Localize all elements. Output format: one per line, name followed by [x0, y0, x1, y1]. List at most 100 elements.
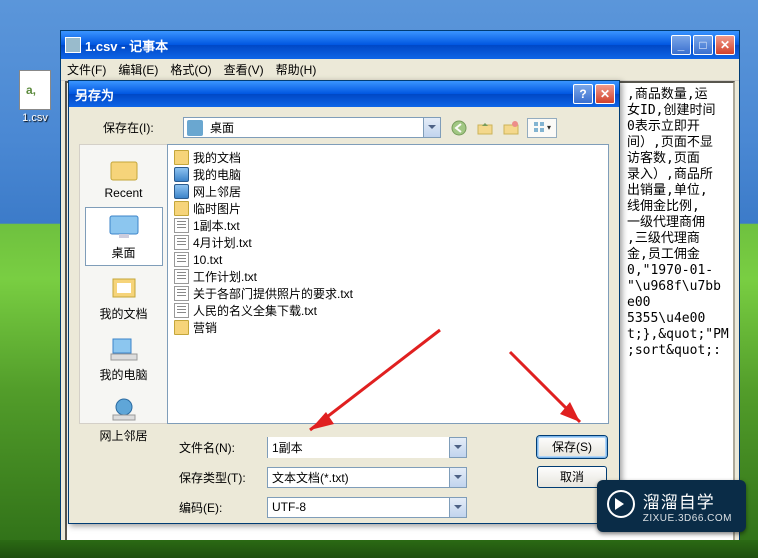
desktop-icon	[187, 120, 203, 136]
save-button[interactable]: 保存(S)	[537, 436, 607, 458]
file-item[interactable]: 工作计划.txt	[174, 268, 602, 285]
place-recent[interactable]: Recent	[85, 149, 163, 205]
sys-icon	[174, 167, 189, 182]
save-in-combo[interactable]: 桌面	[183, 117, 441, 138]
filename-combo[interactable]	[267, 437, 467, 458]
text-line: ;sort&quot;:	[627, 343, 727, 359]
desktop-file-label: 1.csv	[15, 112, 55, 124]
file-item[interactable]: 网上邻居	[174, 183, 602, 200]
menu-help[interactable]: 帮助(H)	[276, 61, 317, 78]
file-name: 4月计划.txt	[193, 234, 252, 251]
save-in-label: 保存在(I):	[103, 119, 175, 136]
text-line: 0表示立即开	[627, 119, 727, 135]
file-item[interactable]: 1副本.txt	[174, 217, 602, 234]
place-mycomputer[interactable]: 我的电脑	[85, 329, 163, 388]
close-button[interactable]: ✕	[715, 35, 735, 55]
txt-icon	[174, 303, 189, 318]
mycomputer-icon	[107, 334, 141, 364]
new-folder-icon[interactable]	[501, 118, 521, 138]
filetype-combo[interactable]: 文本文档(*.txt)	[267, 467, 467, 488]
save-in-value: 桌面	[206, 119, 423, 136]
text-line: 线佣金比例,	[627, 199, 727, 215]
saveas-title: 另存为	[73, 85, 573, 104]
file-item[interactable]: 人民的名义全集下载.txt	[174, 302, 602, 319]
sys-icon	[174, 184, 189, 199]
file-name: 1副本.txt	[193, 217, 240, 234]
file-item[interactable]: 我的文档	[174, 149, 602, 166]
menu-file[interactable]: 文件(F)	[67, 61, 106, 78]
desktop-file-icon[interactable]: 1.csv	[15, 70, 55, 124]
help-button[interactable]: ?	[573, 84, 593, 104]
text-line: 女ID,创建时间	[627, 103, 727, 119]
recent-icon	[107, 154, 141, 184]
txt-icon	[174, 235, 189, 250]
text-line: 录入）,商品所	[627, 167, 727, 183]
menu-view[interactable]: 查看(V)	[224, 61, 264, 78]
file-list[interactable]: 我的文档我的电脑网上邻居临时图片1副本.txt4月计划.txt10.txt工作计…	[167, 144, 609, 424]
place-desktop[interactable]: 桌面	[85, 207, 163, 266]
folder-icon	[174, 320, 189, 335]
file-name: 营销	[193, 319, 217, 336]
desktop: 1.csv 1.csv - 记事本 _ □ ✕ 文件(F) 编辑(E) 格式(O…	[0, 0, 758, 558]
encoding-label: 编码(E):	[179, 499, 257, 516]
saveas-close-button[interactable]: ✕	[595, 84, 615, 104]
file-item[interactable]: 我的电脑	[174, 166, 602, 183]
dropdown-arrow-icon[interactable]	[423, 118, 440, 137]
filetype-value: 文本文档(*.txt)	[268, 469, 449, 486]
text-line: 一级代理商佣	[627, 215, 727, 231]
places-bar: Recent 桌面 我的文档 我的电脑	[79, 144, 167, 424]
filetype-label: 保存类型(T):	[179, 469, 257, 486]
place-label: 我的文档	[86, 305, 162, 322]
file-name: 我的文档	[193, 149, 241, 166]
text-line: "\u968f\u7bb	[627, 279, 727, 295]
file-item[interactable]: 10.txt	[174, 251, 602, 268]
network-icon	[107, 395, 141, 425]
notepad-menubar: 文件(F) 编辑(E) 格式(O) 查看(V) 帮助(H)	[61, 59, 739, 81]
notepad-titlebar[interactable]: 1.csv - 记事本 _ □ ✕	[61, 31, 739, 59]
text-line: 5355\u4e00	[627, 311, 727, 327]
dropdown-arrow-icon[interactable]	[449, 498, 466, 517]
txt-icon	[174, 269, 189, 284]
csv-file-icon	[19, 70, 51, 110]
up-folder-icon[interactable]	[475, 118, 495, 138]
back-icon[interactable]	[449, 118, 469, 138]
file-item[interactable]: 关于各部门提供照片的要求.txt	[174, 285, 602, 302]
notepad-app-icon	[65, 37, 81, 53]
txt-icon	[174, 218, 189, 233]
place-mydocs[interactable]: 我的文档	[85, 268, 163, 327]
view-menu-icon[interactable]: ▾	[527, 118, 557, 138]
filename-input[interactable]	[268, 437, 449, 458]
file-item[interactable]: 营销	[174, 319, 602, 336]
watermark: 溜溜自学 ZIXUE.3D66.COM	[597, 480, 746, 532]
text-line: 间）,页面不显	[627, 135, 727, 151]
place-desktop-icon	[107, 212, 141, 242]
play-icon	[607, 490, 635, 518]
minimize-button[interactable]: _	[671, 35, 691, 55]
file-name: 关于各部门提供照片的要求.txt	[193, 285, 353, 302]
watermark-title: 溜溜自学	[643, 488, 732, 513]
file-name: 人民的名义全集下载.txt	[193, 302, 317, 319]
file-item[interactable]: 临时图片	[174, 200, 602, 217]
saveas-titlebar[interactable]: 另存为 ? ✕	[69, 81, 619, 107]
place-label: 网上邻居	[86, 427, 162, 444]
text-line: e00	[627, 295, 727, 311]
dropdown-arrow-icon[interactable]	[449, 468, 466, 487]
filename-label: 文件名(N):	[179, 439, 257, 456]
place-network[interactable]: 网上邻居	[85, 390, 163, 449]
folder-icon	[174, 201, 189, 216]
file-name: 临时图片	[193, 200, 241, 217]
text-line: ,商品数量,运	[627, 87, 727, 103]
maximize-button[interactable]: □	[693, 35, 713, 55]
menu-format[interactable]: 格式(O)	[170, 61, 211, 78]
dropdown-arrow-icon[interactable]	[449, 438, 466, 457]
folder-icon	[174, 150, 189, 165]
file-item[interactable]: 4月计划.txt	[174, 234, 602, 251]
encoding-combo[interactable]: UTF-8	[267, 497, 467, 518]
file-name: 工作计划.txt	[193, 268, 257, 285]
notepad-title: 1.csv - 记事本	[85, 36, 671, 55]
taskbar-area	[0, 540, 758, 558]
text-line: 金,员工佣金	[627, 247, 727, 263]
text-line: ,三级代理商	[627, 231, 727, 247]
txt-icon	[174, 286, 189, 301]
menu-edit[interactable]: 编辑(E)	[118, 61, 158, 78]
